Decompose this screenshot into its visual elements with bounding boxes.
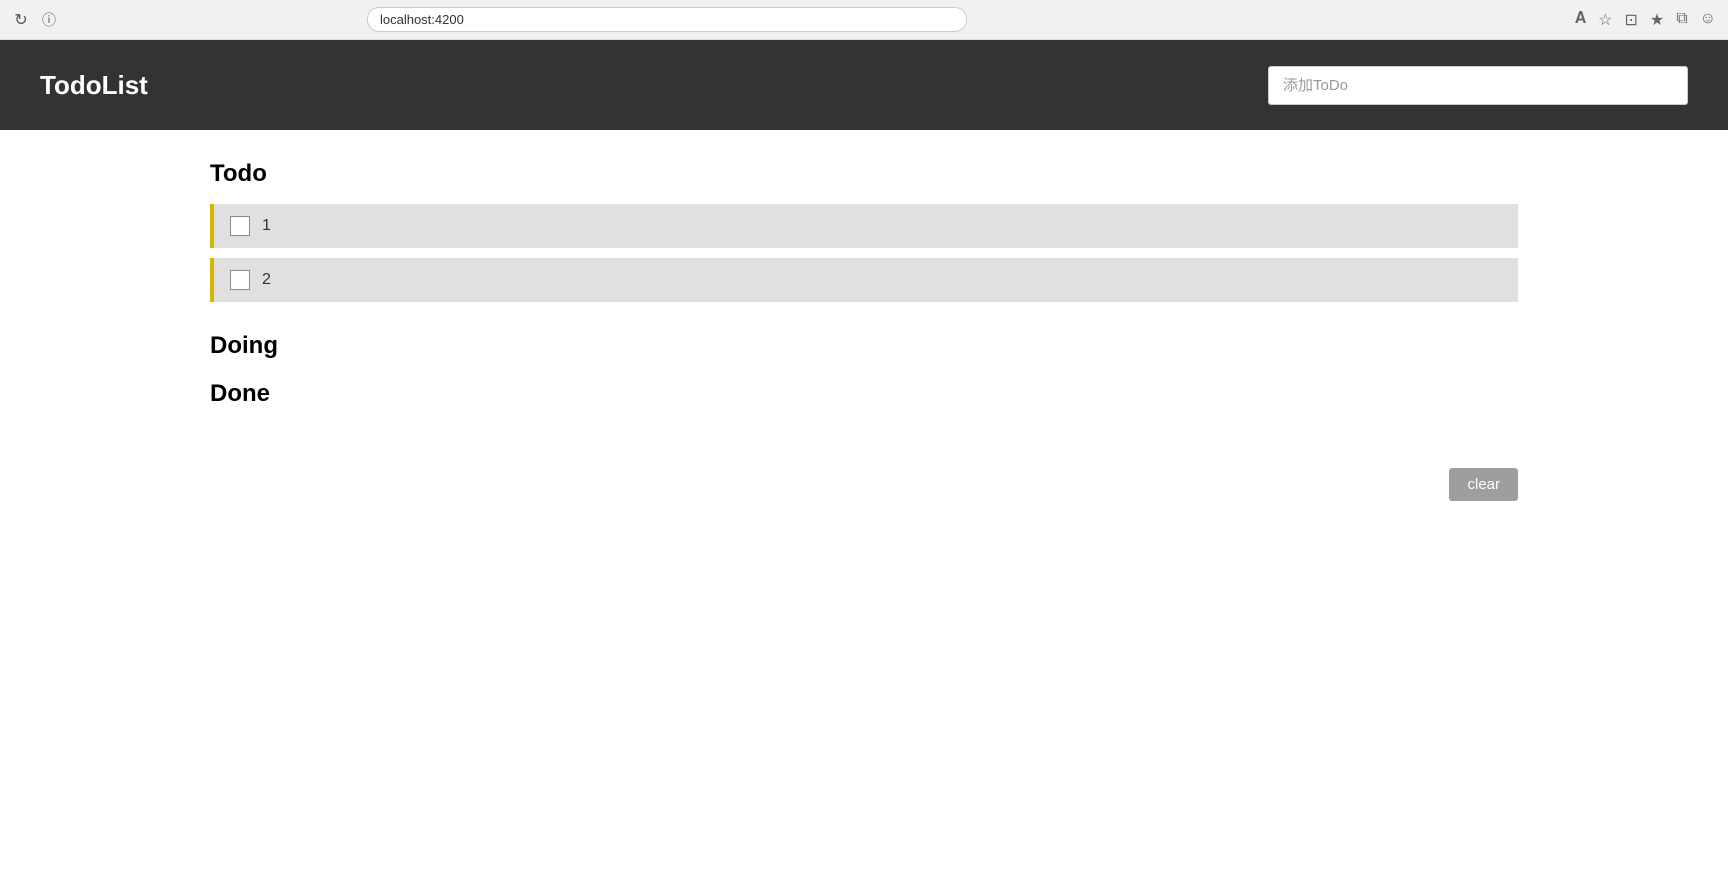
url-bar[interactable]: localhost:4200 bbox=[367, 7, 967, 32]
todo-text-2: 2 bbox=[262, 271, 271, 289]
doing-section-title: Doing bbox=[210, 332, 1518, 360]
bookmark-icon[interactable]: ☆ bbox=[1598, 10, 1612, 30]
favorites-icon[interactable]: ★ bbox=[1650, 10, 1664, 30]
browser-chrome: ↻ ⓘ localhost:4200 𝐀 ☆ ⊡ ★ ⧉ ☺ bbox=[0, 0, 1728, 40]
done-section-title: Done bbox=[210, 380, 1518, 408]
reload-button[interactable]: ↻ bbox=[12, 11, 30, 29]
done-section: Done bbox=[210, 380, 1518, 408]
todo-item-1: 1 bbox=[210, 204, 1518, 248]
info-icon: ⓘ bbox=[40, 11, 58, 29]
collections-icon[interactable]: ⧉ bbox=[1676, 10, 1687, 30]
app-title: TodoList bbox=[40, 70, 148, 101]
reader-icon[interactable]: 𝐀 bbox=[1575, 10, 1586, 30]
todo-text-1: 1 bbox=[262, 217, 271, 235]
clear-button[interactable]: clear bbox=[1449, 468, 1518, 501]
doing-section: Doing bbox=[210, 332, 1518, 360]
bottom-area: clear bbox=[0, 468, 1728, 501]
todo-section: Todo 1 2 bbox=[210, 160, 1518, 302]
main-content: Todo 1 2 Doing Done bbox=[0, 130, 1728, 468]
browser-actions: 𝐀 ☆ ⊡ ★ ⧉ ☺ bbox=[1575, 10, 1716, 30]
app-header: TodoList bbox=[0, 40, 1728, 130]
split-icon[interactable]: ⊡ bbox=[1624, 10, 1637, 30]
profile-icon[interactable]: ☺ bbox=[1700, 10, 1716, 30]
add-todo-input[interactable] bbox=[1268, 66, 1688, 105]
todo-section-title: Todo bbox=[210, 160, 1518, 188]
todo-item-2: 2 bbox=[210, 258, 1518, 302]
todo-checkbox-2[interactable] bbox=[230, 270, 250, 290]
todo-checkbox-1[interactable] bbox=[230, 216, 250, 236]
